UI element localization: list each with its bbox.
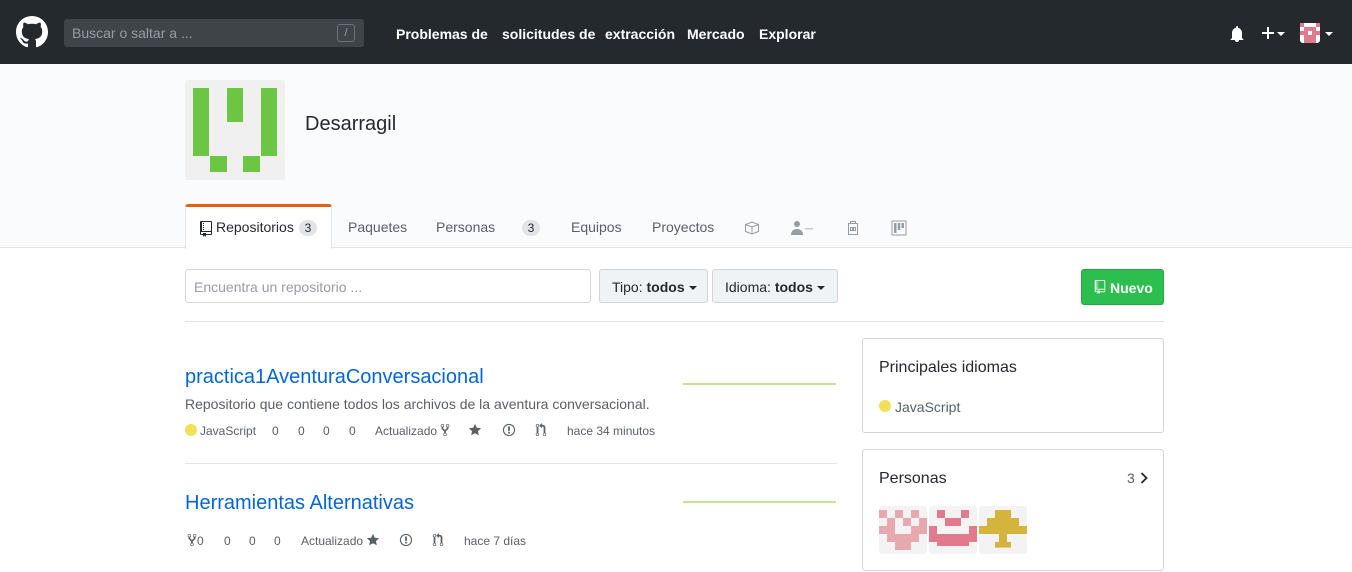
repo-updated-time-2: hace 7 días xyxy=(464,534,527,548)
type-filter-dropdown[interactable]: Tipo: todos xyxy=(599,269,708,303)
repo-search-input[interactable]: Encuentra un repositorio ... xyxy=(185,269,591,303)
repo-description-1: Repositorio que contiene todos los archi… xyxy=(185,396,650,412)
repo-stat-prs-2: 0 xyxy=(274,534,281,548)
repo-stat-issues-1: 0 xyxy=(323,424,330,438)
nav-link-marketplace[interactable]: Mercado xyxy=(687,26,745,42)
language-filter-dropdown[interactable]: Idioma: todos xyxy=(712,269,838,303)
org-name: Desarragil xyxy=(305,113,397,135)
repo-stat-forks-2: 0 xyxy=(197,534,204,548)
repo-search-placeholder: Encuentra un repositorio ... xyxy=(194,279,363,295)
people-box: Personas 3 xyxy=(862,449,1164,571)
repo-stat-issues-2: 0 xyxy=(249,534,256,548)
repo-updated-time-1: hace 34 minutos xyxy=(567,424,656,438)
repo-divider xyxy=(185,463,837,464)
pull-request-icon[interactable] xyxy=(431,533,445,547)
repo-icon xyxy=(200,221,212,237)
org-avatar xyxy=(185,80,285,180)
new-repo-label: Nuevo xyxy=(1110,280,1153,296)
org-identicon xyxy=(193,88,277,172)
language-color-dot xyxy=(879,400,891,412)
tab-projects[interactable]: Proyectos xyxy=(652,219,714,235)
user-menu-caret-icon[interactable] xyxy=(1325,32,1333,36)
repo-stat-stars-2: 0 xyxy=(224,534,231,548)
person-identicon-1 xyxy=(879,510,927,550)
user-identicon xyxy=(1300,23,1320,43)
briefcase-icon[interactable] xyxy=(845,220,861,236)
star-icon[interactable] xyxy=(468,423,482,437)
user-avatar[interactable] xyxy=(1300,23,1320,43)
activity-sparkline xyxy=(683,501,836,503)
fork-icon[interactable] xyxy=(438,423,452,437)
person-identicon-2 xyxy=(929,510,977,546)
star-icon[interactable] xyxy=(366,533,380,547)
notifications-bell-icon[interactable] xyxy=(1229,26,1245,42)
issue-icon[interactable] xyxy=(399,533,413,547)
slash-shortcut-badge: / xyxy=(337,24,355,42)
new-repo-button[interactable]: Nuevo xyxy=(1081,269,1164,305)
tab-people[interactable]: Personas xyxy=(436,219,495,235)
top-languages-box: Principales idiomas JavaScript xyxy=(862,338,1164,433)
language-filter-value: todos xyxy=(774,279,813,295)
top-language-item[interactable]: JavaScript xyxy=(895,399,960,415)
repo-stat-stars-1: 0 xyxy=(298,424,305,438)
top-languages-title: Principales idiomas xyxy=(879,359,1017,376)
tab-teams[interactable]: Equipos xyxy=(571,219,622,235)
nav-link-pull-requests[interactable]: solicitudes de xyxy=(502,26,595,42)
chevron-down-icon xyxy=(816,286,825,291)
type-filter-label: Tipo: xyxy=(612,279,643,295)
language-color-dot xyxy=(185,424,197,436)
pull-request-icon[interactable] xyxy=(534,423,548,437)
tab-repositories-label: Repositorios xyxy=(216,219,294,235)
search-placeholder: Buscar o saltar a ... xyxy=(72,25,193,41)
repo-stat-forks-1: 0 xyxy=(272,424,279,438)
repo-updated-label-1: Actualizado xyxy=(375,424,438,438)
repo-language-1: JavaScript xyxy=(200,424,257,438)
person-identicon-3 xyxy=(979,510,1027,548)
chevron-down-icon xyxy=(688,286,697,291)
type-filter-value: todos xyxy=(646,279,685,295)
divider xyxy=(185,321,1164,322)
tab-repositories-count: 3 xyxy=(299,220,317,236)
tab-packages[interactable]: Paquetes xyxy=(348,219,407,235)
activity-sparkline xyxy=(683,383,836,385)
nav-link-explore[interactable]: Explorar xyxy=(759,26,816,42)
create-menu-caret-icon[interactable] xyxy=(1277,32,1285,36)
top-navbar: Buscar o saltar a ... / Problemas de sol… xyxy=(0,0,1352,64)
nav-link-extraction[interactable]: extracción xyxy=(605,26,675,42)
person-minus-icon[interactable] xyxy=(791,220,815,236)
language-filter-label: Idioma: xyxy=(725,279,771,295)
repo-stat-prs-1: 0 xyxy=(349,424,356,438)
person-avatar-1[interactable] xyxy=(879,506,927,554)
chevron-right-icon[interactable] xyxy=(1140,472,1148,484)
global-search-input[interactable]: Buscar o saltar a ... / xyxy=(64,19,364,47)
repo-icon xyxy=(1094,280,1106,294)
person-avatar-3[interactable] xyxy=(979,506,1027,554)
nav-link-issues[interactable]: Problemas de xyxy=(396,26,488,42)
repo-link-2[interactable]: Herramientas Alternativas xyxy=(185,492,414,515)
issue-icon[interactable] xyxy=(502,423,516,437)
package-icon[interactable] xyxy=(744,220,760,236)
people-title[interactable]: Personas xyxy=(879,470,947,488)
project-board-icon[interactable] xyxy=(891,220,907,236)
plus-icon[interactable] xyxy=(1260,25,1276,41)
repo-updated-label-2: Actualizado xyxy=(301,534,364,548)
people-count: 3 xyxy=(1127,470,1135,486)
person-avatar-2[interactable] xyxy=(929,506,977,554)
repo-link-1[interactable]: practica1AventuraConversacional xyxy=(185,366,484,389)
github-logo-icon[interactable] xyxy=(16,16,48,48)
tab-people-count: 3 xyxy=(522,220,540,236)
